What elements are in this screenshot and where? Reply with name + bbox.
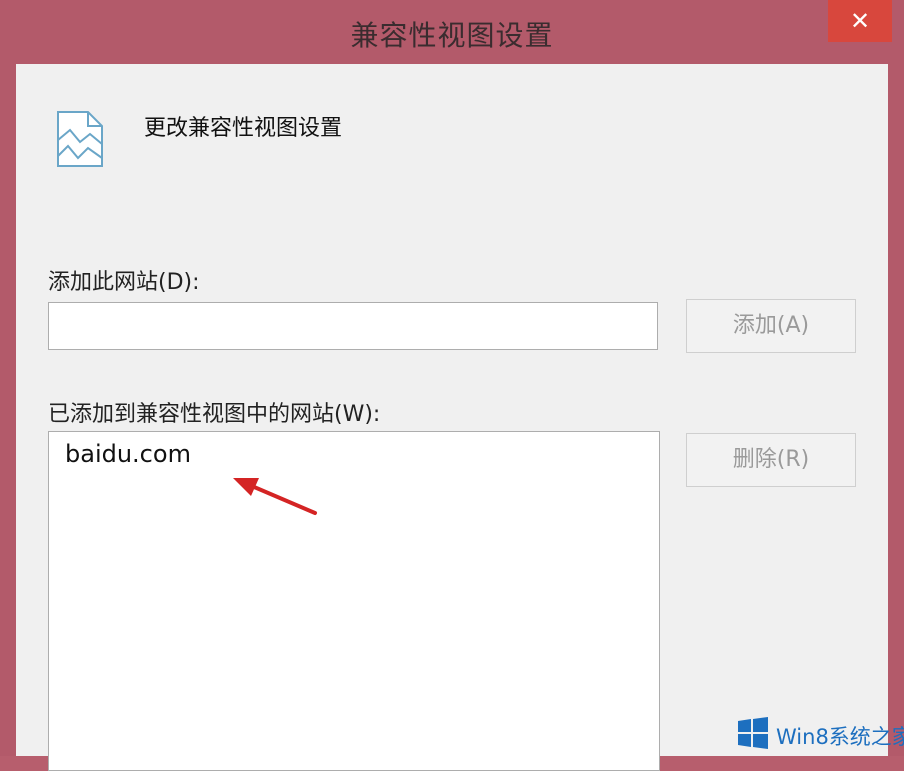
dialog-content: 更改兼容性视图设置 添加此网站(D): 添加(A) 已添加到兼容性视图中的网站(… <box>16 64 888 771</box>
close-button[interactable]: ✕ <box>828 0 892 42</box>
add-site-label: 添加此网站(D): <box>48 270 200 295</box>
window-title: 兼容性视图设置 <box>350 19 554 52</box>
dialog-window: 兼容性视图设置 ✕ 更改兼容性视图设置 添加此网站(D): 添加(A) 已添加到… <box>0 0 904 771</box>
list-item[interactable]: baidu.com <box>65 440 191 468</box>
site-list-label: 已添加到兼容性视图中的网站(W): <box>48 402 381 427</box>
watermark-text: Win8系统之家 <box>776 725 904 749</box>
site-listbox[interactable]: baidu.com <box>48 431 660 771</box>
title-bar[interactable]: 兼容性视图设置 ✕ <box>0 0 904 64</box>
header-text: 更改兼容性视图设置 <box>144 116 343 141</box>
annotation-arrow-icon <box>233 478 317 515</box>
remove-button[interactable]: 删除(R) <box>686 433 856 487</box>
close-icon: ✕ <box>849 7 871 35</box>
page-icon <box>57 111 103 167</box>
add-button[interactable]: 添加(A) <box>686 299 856 353</box>
windows-logo-icon <box>738 717 768 749</box>
add-site-input[interactable] <box>48 302 658 350</box>
